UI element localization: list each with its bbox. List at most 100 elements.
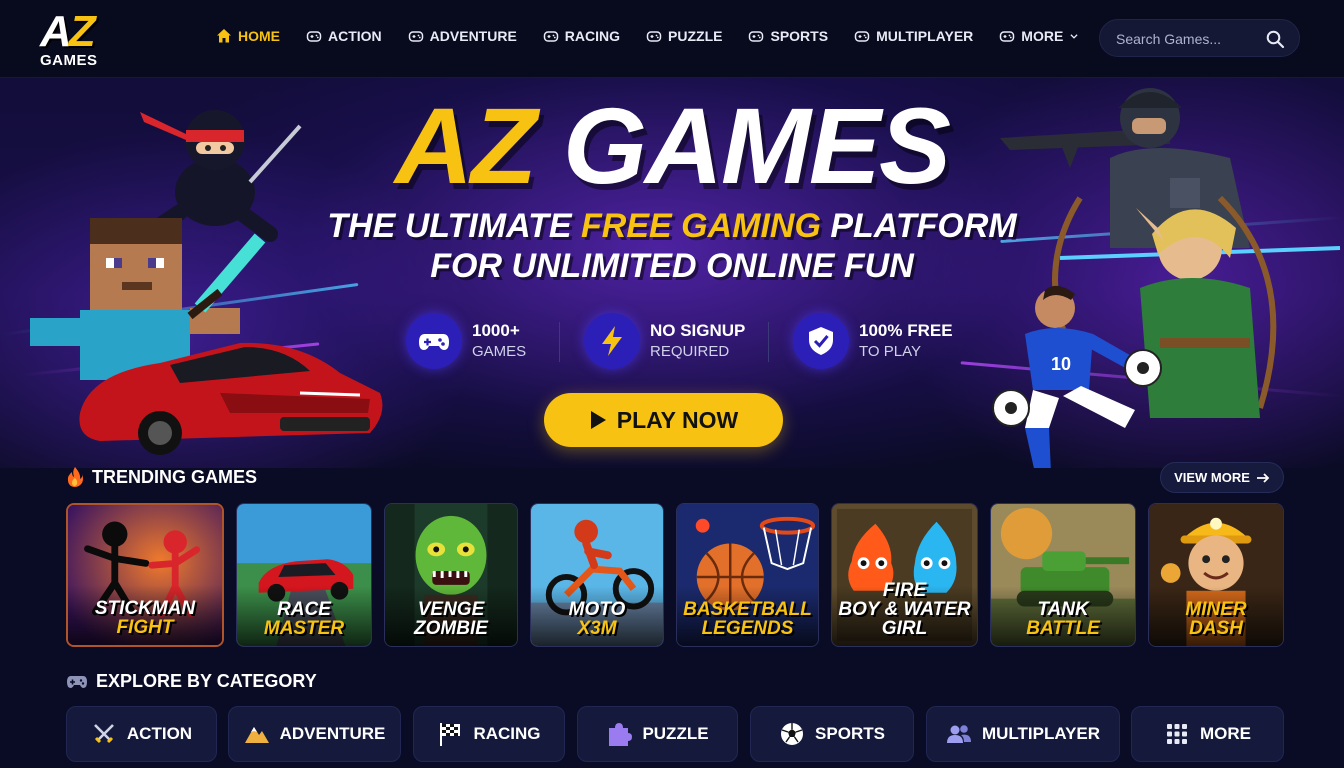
- nav-link-label: HOME: [238, 28, 280, 44]
- view-more-label: VIEW MORE: [1174, 470, 1250, 485]
- nav-link-more[interactable]: MORE: [999, 28, 1079, 44]
- svg-text:10: 10: [1051, 354, 1071, 374]
- nav-link-label: ADVENTURE: [429, 28, 517, 44]
- soccer-player-illustration: 10: [992, 285, 1162, 468]
- hero-banner: 10 AZ GAMES THE ULTIMATE FREE GAMING PLA…: [0, 78, 1344, 468]
- logo-az: AZ: [40, 7, 96, 56]
- logo-letter-a: A: [40, 7, 72, 56]
- soccer-ball-icon: [781, 723, 804, 745]
- game-card-moto-x3m[interactable]: MOTO X3M: [530, 503, 664, 647]
- category-title-text: EXPLORE BY CATEGORY: [96, 671, 317, 691]
- hero-subtitle-highlight: FREE GAMING: [581, 207, 821, 245]
- nav-link-racing[interactable]: RACING: [543, 28, 620, 44]
- nav-link-label: MULTIPLAYER: [876, 28, 974, 44]
- game-card-title-line2: FIGHT: [116, 617, 174, 638]
- feature-sub-text: REQUIRED: [650, 343, 730, 360]
- gamepad-icon: [306, 31, 322, 42]
- play-now-label: PLAY NOW: [616, 406, 739, 433]
- gamepad-icon: [646, 31, 662, 42]
- game-card-title-line1: VENGE: [417, 599, 485, 620]
- category-action[interactable]: ACTION: [66, 706, 217, 762]
- game-card-stickman-fight[interactable]: STICKMAN FIGHT: [66, 503, 224, 647]
- lightning-icon: [584, 313, 640, 369]
- nav-link-puzzle[interactable]: PUZZLE: [646, 28, 722, 44]
- gamepad-icon: [1000, 31, 1015, 42]
- game-card-title: MOTO X3M: [531, 600, 663, 638]
- game-card-fireboy-watergirl[interactable]: FIRE BOY & WATER GIRL: [831, 503, 978, 647]
- game-card-venge-zombie[interactable]: VENGE ZOMBIE: [384, 503, 518, 647]
- hero-title: AZ GAMES: [0, 86, 1344, 206]
- game-card-title-line1: FIRE: [882, 580, 927, 601]
- game-card-title-line3: GIRL: [881, 618, 928, 639]
- game-card-title: MINER DASH: [1149, 600, 1283, 638]
- category-label: MULTIPLAYER: [981, 724, 1101, 743]
- feature-sub-text: GAMES: [472, 343, 527, 360]
- nav-link-sports[interactable]: SPORTS: [748, 28, 828, 44]
- nav-link-label: PUZZLE: [668, 28, 723, 44]
- feature-games-count: 1000+ GAMES: [406, 312, 526, 370]
- category-multiplayer[interactable]: MULTIPLAYER: [926, 706, 1120, 762]
- hero-subtitle-part: PLATFORM: [830, 207, 1017, 245]
- chevron-down-icon: [1070, 34, 1078, 39]
- game-card-miner-dash[interactable]: MINER DASH: [1148, 503, 1284, 647]
- view-more-button[interactable]: VIEW MORE: [1160, 462, 1284, 493]
- category-label: ADVENTURE: [279, 724, 386, 743]
- red-sports-car-illustration: [79, 342, 383, 455]
- category-label: PUZZLE: [642, 724, 709, 743]
- top-navigation: AZ GAMES HOME ACTION ADVENTURE RACING PU…: [0, 0, 1344, 78]
- grid-icon: [1167, 724, 1187, 744]
- game-card-race-master[interactable]: RACE MASTER: [236, 503, 372, 647]
- game-card-title: FIRE BOY & WATER GIRL: [832, 581, 977, 638]
- play-now-button[interactable]: PLAY NOW: [544, 393, 783, 447]
- game-card-title-line2: MASTER: [263, 618, 345, 639]
- search-input[interactable]: [1116, 29, 1256, 49]
- trending-section-title: TRENDING GAMES: [66, 466, 257, 488]
- nav-link-multiplayer[interactable]: MULTIPLAYER: [854, 28, 973, 44]
- category-puzzle[interactable]: PUZZLE: [577, 706, 738, 762]
- hero-subtitle-part: THE ULTIMATE: [327, 207, 572, 245]
- hero-features: 1000+ GAMES NO SIGNUP REQUIRED 100% FREE…: [406, 312, 966, 370]
- nav-link-action[interactable]: ACTION: [306, 28, 382, 44]
- game-card-title-line2: DASH: [1189, 618, 1243, 639]
- gamepad-icon: [749, 31, 764, 42]
- gamepad-icon: [543, 31, 559, 42]
- category-more[interactable]: MORE: [1131, 706, 1284, 762]
- game-card-title-line1: RACE: [277, 599, 331, 620]
- game-card-title-line2: BATTLE: [1026, 618, 1100, 639]
- arrow-right-icon: [1256, 472, 1270, 483]
- category-adventure[interactable]: ADVENTURE: [228, 706, 401, 762]
- hero-subtitle-line2: FOR UNLIMITED ONLINE FUN: [430, 247, 914, 285]
- game-card-tank-battle[interactable]: TANK BATTLE: [990, 503, 1136, 647]
- category-label: MORE: [1200, 724, 1251, 743]
- shield-icon: [793, 313, 849, 369]
- logo-games-text: GAMES: [40, 52, 98, 69]
- feature-divider: [559, 322, 560, 362]
- category-label: RACING: [473, 724, 541, 743]
- nav-link-home[interactable]: HOME: [216, 28, 280, 44]
- checkered-flag-icon: [440, 723, 461, 746]
- home-icon: [217, 29, 231, 43]
- nav-link-label: SPORTS: [770, 28, 829, 44]
- feature-sub-text: TO PLAY: [859, 343, 921, 360]
- feature-no-signup: NO SIGNUP REQUIRED: [584, 312, 745, 370]
- site-logo[interactable]: AZ GAMES: [38, 8, 112, 70]
- category-section-title: EXPLORE BY CATEGORY: [66, 671, 317, 692]
- game-card-title-line2: X3M: [577, 618, 617, 639]
- game-card-title: VENGE ZOMBIE: [385, 600, 517, 638]
- game-card-title: BASKETBALL LEGENDS: [677, 600, 818, 638]
- feature-divider: [768, 322, 769, 362]
- category-sports[interactable]: SPORTS: [750, 706, 914, 762]
- nav-links: HOME ACTION ADVENTURE RACING PUZZLE SPOR…: [216, 28, 1105, 44]
- search-icon[interactable]: [1265, 29, 1285, 49]
- gamepad-icon: [67, 675, 87, 688]
- game-card-title-line2: BOY & WATER: [838, 599, 971, 620]
- hero-subtitle-line1: THE ULTIMATE FREE GAMING PLATFORM: [0, 206, 1344, 246]
- fire-icon: [67, 467, 83, 487]
- nav-link-adventure[interactable]: ADVENTURE: [408, 28, 517, 44]
- nav-link-label: RACING: [564, 28, 621, 44]
- gamepad-icon: [408, 31, 423, 42]
- hero-title-games: GAMES: [562, 85, 951, 206]
- category-racing[interactable]: RACING: [413, 706, 565, 762]
- feature-free: 100% FREE TO PLAY: [793, 312, 953, 370]
- game-card-basketball-legends[interactable]: BASKETBALL LEGENDS: [676, 503, 819, 647]
